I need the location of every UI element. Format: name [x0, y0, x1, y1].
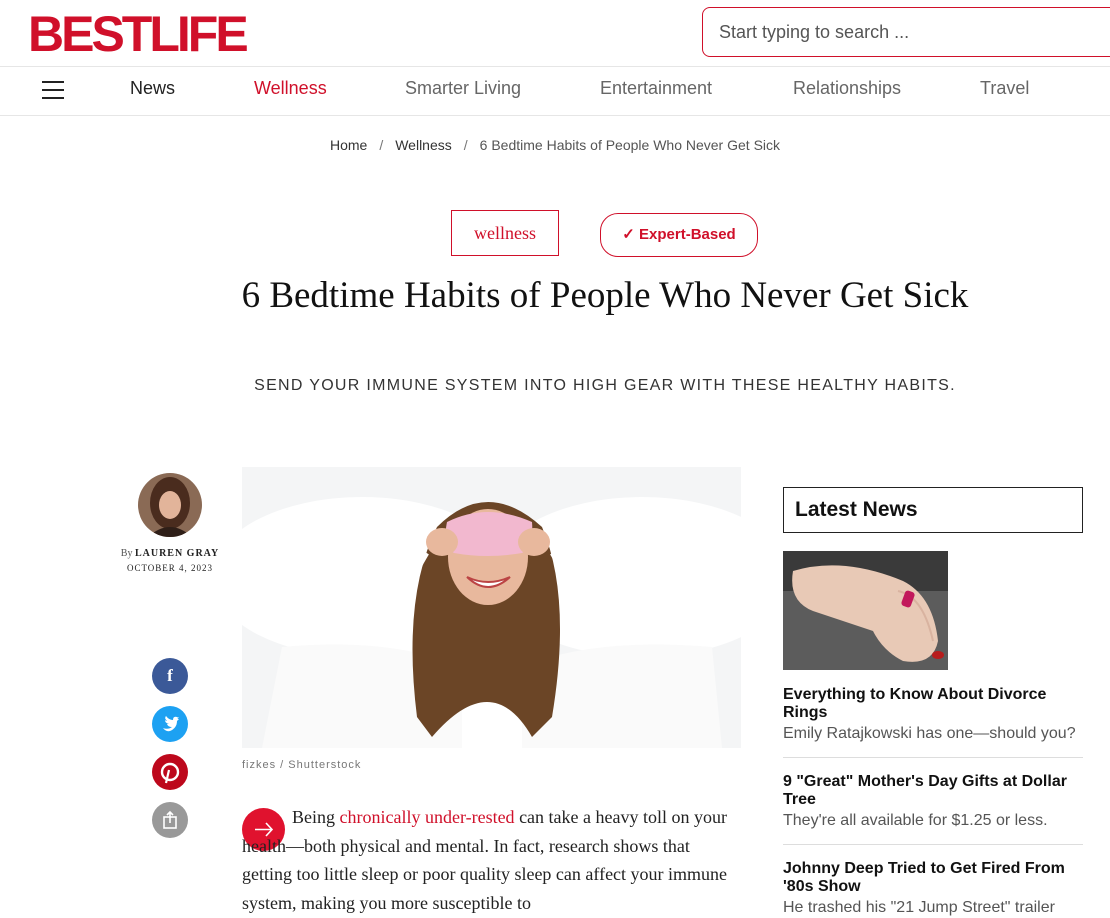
author-avatar[interactable] [138, 473, 202, 537]
latest-news-heading: Latest News [783, 487, 1083, 533]
bestlife-logo[interactable]: BESTLIFE [28, 6, 249, 62]
news-title[interactable]: Everything to Know About Divorce Rings [783, 686, 1083, 722]
check-icon: ✓ [622, 226, 635, 243]
news-description: They're all available for $1.25 or less. [783, 812, 1048, 829]
news-title[interactable]: 9 "Great" Mother's Day Gifts at Dollar T… [783, 773, 1083, 809]
body-text: Being [292, 807, 340, 827]
article-subtitle: SEND YOUR IMMUNE SYSTEM INTO HIGH GEAR W… [254, 377, 956, 394]
breadcrumb-wellness[interactable]: Wellness [395, 137, 452, 153]
author-byline: By LAUREN GRAY [90, 548, 250, 559]
category-tag[interactable]: wellness [451, 210, 559, 256]
facebook-icon[interactable]: f [152, 658, 188, 694]
news-description: He trashed his "21 Jump Street" trailer [783, 899, 1055, 916]
chronically-under-rested-link[interactable]: chronically under-rested [340, 807, 515, 827]
breadcrumb-home[interactable]: Home [330, 137, 367, 153]
publish-date: OCTOBER 4, 2023 [126, 563, 214, 573]
article-body: Being chronically under-rested can take … [242, 803, 742, 917]
nav-item-news[interactable]: News [130, 78, 175, 99]
image-credit: fizkes / Shutterstock [242, 759, 362, 771]
divider [783, 844, 1083, 845]
news-title[interactable]: Johnny Deep Tried to Get Fired From '80s… [783, 860, 1083, 896]
menu-icon[interactable] [42, 81, 64, 99]
divider [783, 757, 1083, 758]
pinterest-icon[interactable] [152, 754, 188, 790]
news-thumbnail[interactable] [783, 551, 948, 670]
author-name[interactable]: LAUREN GRAY [135, 548, 219, 559]
nav-item-travel[interactable]: Travel [980, 78, 1029, 99]
breadcrumb-current: 6 Bedtime Habits of People Who Never Get… [479, 137, 781, 153]
nav-item-entertainment[interactable]: Entertainment [600, 78, 712, 99]
article-title: 6 Bedtime Habits of People Who Never Get… [241, 275, 969, 316]
breadcrumb: Home / Wellness / 6 Bedtime Habits of People… [0, 137, 1110, 153]
nav-item-relationships[interactable]: Relationships [793, 78, 901, 99]
byline-prefix: By [120, 548, 133, 559]
main-nav: News Wellness Smarter Living Entertainme… [0, 66, 1110, 116]
news-description: Emily Ratajkowski has one—should you? [783, 725, 1076, 742]
nav-item-wellness[interactable]: Wellness [254, 78, 327, 99]
expert-based-badge[interactable]: ✓ Expert-Based [600, 213, 758, 257]
hero-image [242, 467, 741, 748]
search-input[interactable] [702, 7, 1110, 57]
share-icon[interactable] [152, 802, 188, 838]
breadcrumb-separator: / [379, 137, 384, 153]
nav-item-smarter-living[interactable]: Smarter Living [405, 78, 521, 99]
expert-based-label: Expert-Based [639, 226, 736, 243]
twitter-icon[interactable] [152, 706, 188, 742]
breadcrumb-separator: / [463, 137, 468, 153]
